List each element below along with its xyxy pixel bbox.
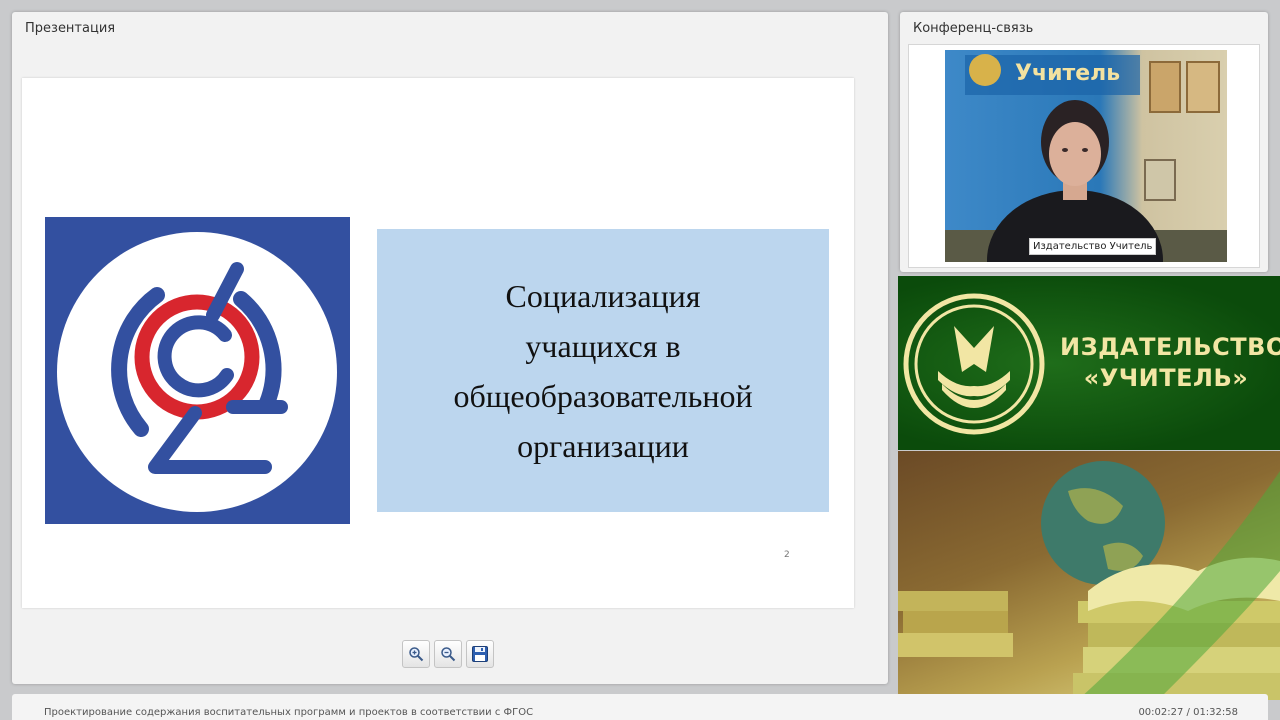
conference-panel: Конференц-связь Учитель Издательство Учи… [900, 12, 1268, 272]
slide-number: 2 [784, 550, 790, 560]
books-globe-image [898, 451, 1280, 700]
slide-logo [45, 217, 350, 524]
zoom-toolbar [402, 640, 494, 670]
speaker-video[interactable]: Учитель Издательство Учитель [945, 50, 1227, 262]
books-globe-graphic [898, 461, 1280, 700]
bottom-bar: Проектирование содержания воспитательных… [12, 694, 1268, 720]
presentation-slide: Социализация учащихся в общеобразователь… [22, 78, 854, 608]
publisher-logo-icon [903, 293, 1045, 435]
conference-panel-title: Конференц-связь [913, 21, 1034, 36]
presentation-panel: Презентация Социализация учащихся в обще… [12, 12, 888, 684]
zoom-out-button[interactable] [434, 640, 462, 668]
publisher-banner: ИЗДАТЕЛЬСТВО «УЧИТЕЛЬ» [898, 276, 1280, 450]
floppy-disk-icon [472, 646, 488, 662]
save-button[interactable] [466, 640, 494, 668]
video-frame: Учитель Издательство Учитель [908, 44, 1260, 268]
course-title: Проектирование содержания воспитательных… [44, 707, 534, 718]
slide-title-box: Социализация учащихся в общеобразователь… [377, 229, 829, 512]
zoom-in-button[interactable] [402, 640, 430, 668]
zoom-in-icon [409, 647, 424, 662]
playback-time: 00:02:27 / 01:32:58 [1138, 707, 1238, 718]
zoom-out-icon [441, 647, 456, 662]
speaker-video-graphic: Учитель [945, 50, 1227, 262]
speaker-name-label: Издательство Учитель [1029, 238, 1157, 255]
publisher-name: ИЗДАТЕЛЬСТВО «УЧИТЕЛЬ» [1060, 333, 1280, 392]
presentation-panel-title: Презентация [25, 21, 116, 36]
logo-graphic [57, 232, 337, 512]
slide-title: Социализация учащихся в общеобразователь… [453, 277, 753, 464]
svg-text:Учитель: Учитель [1015, 61, 1120, 86]
